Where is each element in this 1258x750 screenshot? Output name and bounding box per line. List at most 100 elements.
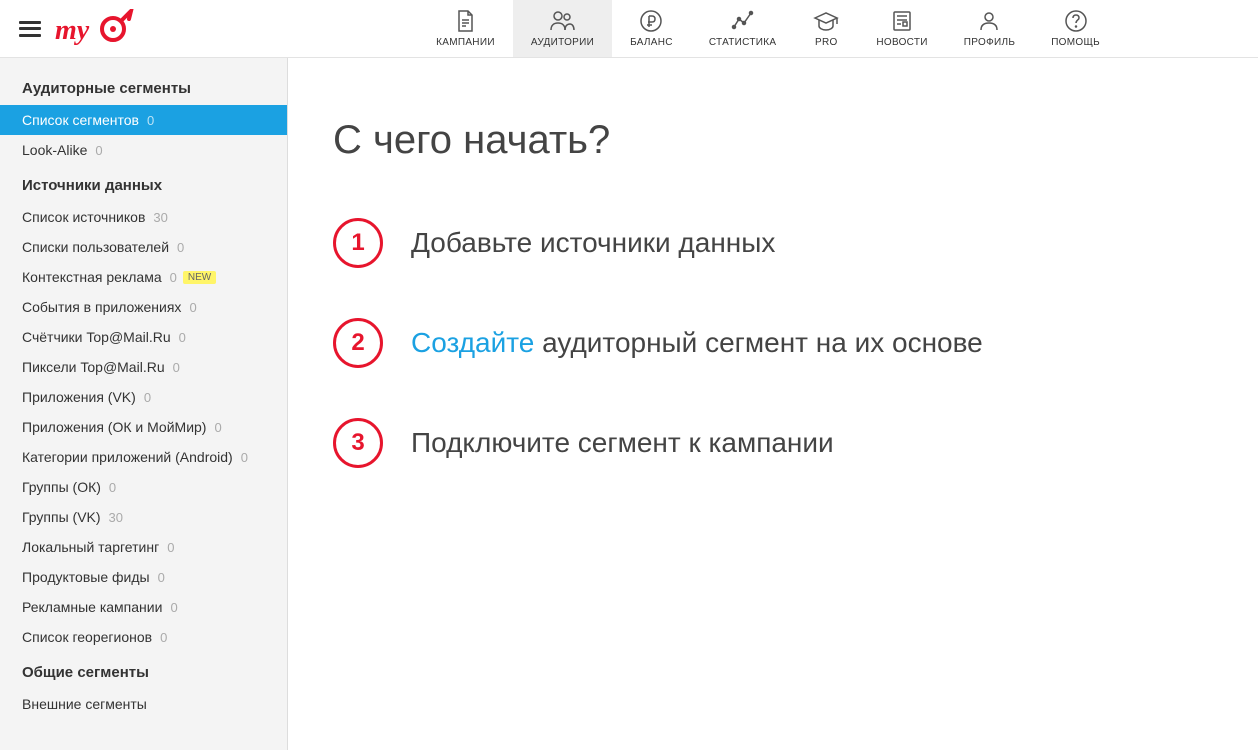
- nav-pro[interactable]: PRO: [794, 0, 858, 57]
- sidebar-item-count: 0: [170, 270, 177, 285]
- sidebar-item-apps-ok[interactable]: Приложения (ОК и МойМир) 0: [0, 412, 287, 442]
- sidebar-item-label: Look-Alike: [22, 142, 87, 158]
- chart-icon: [729, 9, 757, 33]
- sidebar-item-label: Внешние сегменты: [22, 696, 147, 712]
- step-number: 2: [333, 318, 383, 368]
- step-2: 2 Создайте аудиторный сегмент на их осно…: [333, 318, 1258, 368]
- nav-label: PRO: [815, 37, 838, 48]
- sidebar-item-label: Пиксели Top@Mail.Ru: [22, 359, 165, 375]
- sidebar-item-label: Рекламные кампании: [22, 599, 162, 615]
- sidebar-item-label: Приложения (VK): [22, 389, 136, 405]
- sidebar-item-label: Список георегионов: [22, 629, 152, 645]
- svg-text:my: my: [55, 15, 90, 46]
- step-text: Добавьте источники данных: [411, 227, 775, 259]
- document-icon: [451, 9, 479, 33]
- logo[interactable]: my: [55, 9, 135, 49]
- help-icon: [1062, 9, 1090, 33]
- create-segment-link[interactable]: Создайте: [411, 327, 534, 358]
- sidebar-item-count: 0: [95, 143, 102, 158]
- sidebar-item-label: Локальный таргетинг: [22, 539, 159, 555]
- sidebar-item-label: Приложения (ОК и МойМир): [22, 419, 206, 435]
- nav-label: НОВОСТИ: [876, 37, 927, 48]
- nav-news[interactable]: НОВОСТИ: [858, 0, 945, 57]
- sidebar-header-shared: Общие сегменты: [0, 652, 287, 689]
- sidebar-item-ad-campaigns[interactable]: Рекламные кампании 0: [0, 592, 287, 622]
- sidebar-item-groups-vk[interactable]: Группы (VK) 30: [0, 502, 287, 532]
- nav-audiences[interactable]: АУДИТОРИИ: [513, 0, 612, 57]
- nav-label: КАМПАНИИ: [436, 37, 495, 48]
- sidebar: Аудиторные сегменты Список сегментов 0 L…: [0, 58, 288, 750]
- sidebar-item-count: 30: [109, 510, 123, 525]
- sidebar-item-apps-vk[interactable]: Приложения (VK) 0: [0, 382, 287, 412]
- nav-profile[interactable]: ПРОФИЛЬ: [946, 0, 1033, 57]
- nav-label: ПОМОЩЬ: [1051, 37, 1100, 48]
- sidebar-item-count: 30: [153, 210, 167, 225]
- sidebar-item-count: 0: [177, 240, 184, 255]
- sidebar-item-product-feeds[interactable]: Продуктовые фиды 0: [0, 562, 287, 592]
- sidebar-item-app-events[interactable]: События в приложениях 0: [0, 292, 287, 322]
- sidebar-item-external-segments[interactable]: Внешние сегменты: [0, 689, 287, 719]
- sidebar-item-count: 0: [167, 540, 174, 555]
- header: my КАМПАНИИ: [0, 0, 1258, 58]
- sidebar-item-local-targeting[interactable]: Локальный таргетинг 0: [0, 532, 287, 562]
- sidebar-item-lookalike[interactable]: Look-Alike 0: [0, 135, 287, 165]
- new-badge: NEW: [183, 271, 216, 284]
- nav-label: СТАТИСТИКА: [709, 37, 777, 48]
- page-title: С чего начать?: [333, 118, 1258, 163]
- top-nav: КАМПАНИИ АУДИТОРИИ БАЛАНС: [418, 0, 1118, 57]
- sidebar-header-sources: Источники данных: [0, 165, 287, 202]
- step-text: Создайте аудиторный сегмент на их основе: [411, 327, 983, 359]
- menu-button[interactable]: [10, 21, 50, 37]
- sidebar-item-segments-list[interactable]: Список сегментов 0: [0, 105, 287, 135]
- sidebar-item-pixels[interactable]: Пиксели Top@Mail.Ru 0: [0, 352, 287, 382]
- nav-campaigns[interactable]: КАМПАНИИ: [418, 0, 513, 57]
- step-text-rest: аудиторный сегмент на их основе: [534, 327, 982, 358]
- sidebar-item-counters[interactable]: Счётчики Top@Mail.Ru 0: [0, 322, 287, 352]
- sidebar-item-label: Категории приложений (Android): [22, 449, 233, 465]
- sidebar-item-label: Список источников: [22, 209, 145, 225]
- main-content: С чего начать? 1 Добавьте источники данн…: [288, 58, 1258, 750]
- sidebar-item-label: Контекстная реклама: [22, 269, 162, 285]
- sidebar-item-count: 0: [179, 330, 186, 345]
- graduation-icon: [812, 9, 840, 33]
- sidebar-item-label: Группы (ОК): [22, 479, 101, 495]
- nav-label: БАЛАНС: [630, 37, 673, 48]
- sidebar-item-groups-ok[interactable]: Группы (ОК) 0: [0, 472, 287, 502]
- step-text: Подключите сегмент к кампании: [411, 427, 834, 459]
- sidebar-item-count: 0: [147, 113, 154, 128]
- sidebar-item-app-categories[interactable]: Категории приложений (Android) 0: [0, 442, 287, 472]
- nav-help[interactable]: ПОМОЩЬ: [1033, 0, 1118, 57]
- sidebar-item-user-lists[interactable]: Списки пользователей 0: [0, 232, 287, 262]
- sidebar-item-count: 0: [170, 600, 177, 615]
- hamburger-icon: [19, 21, 41, 37]
- sidebar-item-label: События в приложениях: [22, 299, 181, 315]
- sidebar-item-count: 0: [189, 300, 196, 315]
- profile-icon: [975, 9, 1003, 33]
- step-3: 3 Подключите сегмент к кампании: [333, 418, 1258, 468]
- sidebar-item-label: Счётчики Top@Mail.Ru: [22, 329, 171, 345]
- sidebar-item-count: 0: [158, 570, 165, 585]
- nav-label: ПРОФИЛЬ: [964, 37, 1015, 48]
- sidebar-item-count: 0: [241, 450, 248, 465]
- sidebar-item-count: 0: [173, 360, 180, 375]
- sidebar-item-count: 0: [160, 630, 167, 645]
- sidebar-item-label: Группы (VK): [22, 509, 101, 525]
- nav-statistics[interactable]: СТАТИСТИКА: [691, 0, 795, 57]
- step-number: 1: [333, 218, 383, 268]
- ruble-icon: [637, 9, 665, 33]
- sidebar-item-label: Список сегментов: [22, 112, 139, 128]
- newspaper-icon: [888, 9, 916, 33]
- step-1: 1 Добавьте источники данных: [333, 218, 1258, 268]
- sidebar-item-count: 0: [109, 480, 116, 495]
- sidebar-header-segments: Аудиторные сегменты: [0, 68, 287, 105]
- sidebar-item-label: Продуктовые фиды: [22, 569, 150, 585]
- step-number: 3: [333, 418, 383, 468]
- sidebar-item-count: 0: [214, 420, 221, 435]
- nav-balance[interactable]: БАЛАНС: [612, 0, 691, 57]
- sidebar-item-count: 0: [144, 390, 151, 405]
- sidebar-item-context-ads[interactable]: Контекстная реклама 0 NEW: [0, 262, 287, 292]
- people-icon: [548, 9, 576, 33]
- nav-label: АУДИТОРИИ: [531, 37, 594, 48]
- sidebar-item-sources-list[interactable]: Список источников 30: [0, 202, 287, 232]
- sidebar-item-georegions[interactable]: Список георегионов 0: [0, 622, 287, 652]
